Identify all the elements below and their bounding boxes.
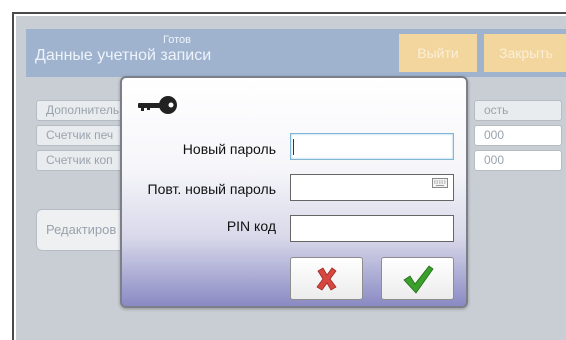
status-text: Готов: [163, 34, 191, 46]
bg-value-3: 000: [474, 150, 562, 171]
cancel-button[interactable]: [290, 257, 363, 300]
keyboard-icon[interactable]: [432, 178, 448, 188]
text-caret: [293, 139, 294, 155]
key-icon: [138, 96, 177, 114]
bg-value-2: 000: [474, 125, 562, 146]
repeat-password-input[interactable]: [290, 174, 454, 201]
new-password-label: Новый пароль: [182, 141, 276, 157]
password-dialog: Новый пароль Повт. новый пароль PIN код: [120, 76, 468, 308]
page-title: Данные учетной записи: [35, 47, 212, 64]
logout-button[interactable]: Выйти: [399, 34, 477, 72]
pin-label: PIN код: [226, 218, 276, 234]
pin-input[interactable]: [290, 215, 454, 242]
ok-button[interactable]: [381, 257, 454, 300]
green-check-icon: [402, 264, 434, 294]
repeat-password-label: Повт. новый пароль: [147, 181, 276, 197]
bg-value-1: ость: [474, 100, 562, 121]
close-button[interactable]: Закрыть: [484, 34, 566, 72]
header-bar: Данные учетной записи Готов Выйти Закрыт…: [26, 29, 566, 77]
new-password-input[interactable]: [290, 133, 454, 160]
red-x-icon: [315, 266, 337, 291]
